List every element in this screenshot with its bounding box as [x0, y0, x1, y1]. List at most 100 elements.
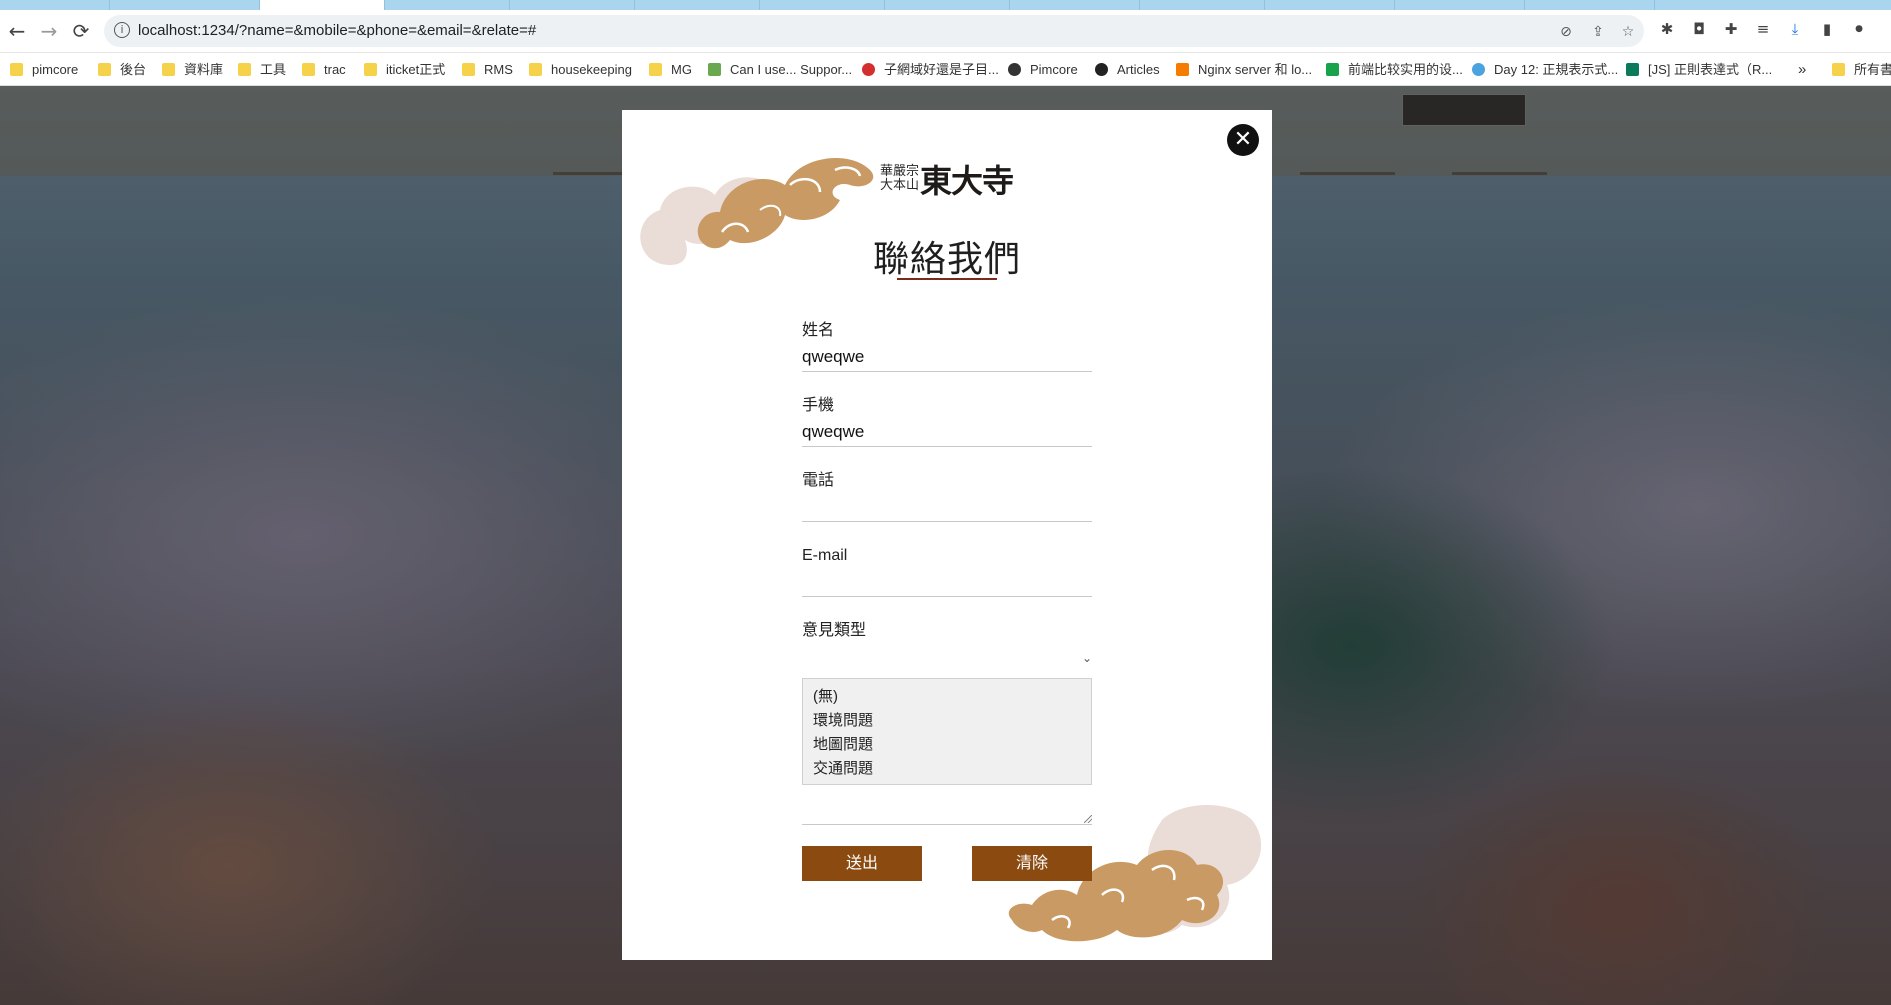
bookmark-label: Can I use... Suppor...: [730, 62, 853, 77]
site-a-icon: [862, 63, 875, 76]
bookmark-item[interactable]: 資料庫: [162, 53, 223, 86]
browser-tab[interactable]: [510, 0, 635, 10]
type-label: 意見類型: [802, 622, 867, 639]
bookmarks-overflow-icon[interactable]: »: [1798, 53, 1806, 86]
forward-icon[interactable]: →: [36, 18, 62, 44]
bookmark-item[interactable]: 工具: [238, 53, 286, 86]
phone-input[interactable]: [802, 492, 1092, 522]
browser-tab[interactable]: [635, 0, 760, 10]
puzzle-icon[interactable]: ✚: [1722, 20, 1740, 38]
temple-logo: 華嚴宗 大本山 東大寺: [880, 154, 1014, 204]
type-select[interactable]: [802, 642, 1092, 672]
browser-tab[interactable]: [110, 0, 260, 10]
bookmark-item[interactable]: iticket正式: [364, 53, 445, 86]
bookmark-label: RMS: [484, 62, 513, 77]
bookmark-label: MG: [671, 62, 692, 77]
bookmark-item[interactable]: RMS: [462, 53, 513, 86]
type-listbox[interactable]: (無) 環境問題 地圖問題 交通問題: [802, 678, 1092, 785]
star-icon[interactable]: ☆: [1620, 24, 1636, 40]
browser-tab-active[interactable]: [260, 0, 385, 10]
pimcore-icon: [1008, 63, 1021, 76]
browser-tab[interactable]: [1525, 0, 1655, 10]
playlist-icon[interactable]: ≡: [1754, 20, 1772, 38]
bookmark-item[interactable]: Can I use... Suppor...: [708, 53, 852, 86]
folder-icon: [529, 63, 542, 76]
email-input[interactable]: [802, 567, 1092, 597]
bookmark-label: trac: [324, 62, 346, 77]
bookmark-label: iticket正式: [386, 62, 446, 77]
bookmark-item[interactable]: trac: [302, 53, 346, 86]
phone-field: 電話: [802, 470, 1092, 522]
bookmark-item[interactable]: Nginx server 和 lo...: [1176, 53, 1312, 86]
blogger-icon: [1176, 63, 1189, 76]
mobile-input[interactable]: qweqwe: [802, 417, 1092, 447]
email-field: E-mail: [802, 545, 1092, 597]
phone-label: 電話: [802, 472, 835, 489]
bookmark-item[interactable]: pimcore: [10, 53, 78, 86]
folder-icon: [238, 63, 251, 76]
bug-icon[interactable]: ✱: [1658, 20, 1676, 38]
browser-tab[interactable]: [1395, 0, 1525, 10]
address-url[interactable]: localhost:1234/?name=&mobile=&phone=&ema…: [138, 15, 536, 47]
bookmark-item[interactable]: 前端比较实用的设...: [1326, 53, 1463, 86]
chevron-down-icon[interactable]: ⌄: [1082, 651, 1092, 665]
close-button[interactable]: ✕: [1227, 124, 1259, 156]
browser-tab[interactable]: [385, 0, 510, 10]
submit-button[interactable]: 送出: [802, 846, 922, 881]
tab-strip: [0, 0, 1891, 10]
browser-tab[interactable]: [1140, 0, 1265, 10]
bookmark-item[interactable]: Pimcore: [1008, 53, 1078, 86]
bookmark-label: 工具: [260, 62, 287, 77]
bookmark-item[interactable]: housekeeping: [529, 53, 632, 86]
bookmark-item[interactable]: 後台: [98, 53, 146, 86]
bookmark-item[interactable]: 所有書: [1832, 53, 1891, 86]
browser-toolbar: ← → ⟳ i localhost:1234/?name=&mobile=&ph…: [0, 10, 1891, 53]
browser-tab[interactable]: [1265, 0, 1395, 10]
name-label: 姓名: [802, 322, 835, 339]
folder-icon: [302, 63, 315, 76]
bookmark-label: 子網域好還是子目...: [884, 62, 999, 77]
title-underline: [897, 278, 997, 280]
name-input[interactable]: qweqwe: [802, 342, 1092, 372]
bookmark-label: Articles: [1117, 62, 1160, 77]
caniuse-icon: [708, 63, 721, 76]
listbox-option[interactable]: 交通問題: [813, 757, 1081, 781]
sidepanel-icon[interactable]: ▮: [1818, 20, 1836, 38]
bookmark-label: 前端比较实用的设...: [1348, 62, 1463, 77]
sf-icon: [1326, 63, 1339, 76]
logo-subtitle: 華嚴宗 大本山: [880, 164, 920, 193]
browser-tab[interactable]: [0, 0, 110, 10]
bookmark-label: Pimcore: [1030, 62, 1078, 77]
folder-icon: [10, 63, 23, 76]
modal-title: 聯絡我們: [872, 239, 1021, 280]
browser-tab[interactable]: [885, 0, 1010, 10]
site-info-icon[interactable]: i: [114, 22, 130, 38]
bookmark-label: 資料庫: [184, 62, 224, 77]
download-icon[interactable]: ⤓: [1786, 20, 1804, 38]
listbox-option[interactable]: 地圖問題: [813, 733, 1081, 757]
camera-icon[interactable]: ◘: [1690, 20, 1708, 38]
name-field: 姓名 qweqwe: [802, 320, 1092, 372]
listbox-option[interactable]: 環境問題: [813, 709, 1081, 733]
profile-icon[interactable]: ●: [1850, 20, 1868, 38]
browser-tab[interactable]: [760, 0, 885, 10]
listbox-option[interactable]: (無): [813, 685, 1081, 709]
folder-icon: [364, 63, 377, 76]
folder-icon: [649, 63, 662, 76]
reload-icon[interactable]: ⟳: [68, 18, 94, 44]
bookmark-item[interactable]: [JS] 正則表達式（R...: [1626, 53, 1772, 86]
ithome-icon: [1472, 63, 1485, 76]
clear-button[interactable]: 清除: [972, 846, 1092, 881]
bookmark-item[interactable]: Articles: [1095, 53, 1160, 86]
eye-off-icon[interactable]: ⊘: [1558, 24, 1574, 40]
email-label: E-mail: [802, 547, 848, 564]
back-icon[interactable]: ←: [4, 18, 30, 44]
bookmark-item[interactable]: MG: [649, 53, 692, 86]
browser-tab[interactable]: [1010, 0, 1140, 10]
address-bar[interactable]: i localhost:1234/?name=&mobile=&phone=&e…: [104, 15, 1644, 47]
bookmark-label: pimcore: [32, 62, 79, 77]
bookmark-item[interactable]: Day 12: 正規表示式...: [1472, 53, 1618, 86]
share-icon[interactable]: ⇪: [1590, 24, 1606, 40]
bookmark-item[interactable]: 子網域好還是子目...: [862, 53, 999, 86]
folder-icon: [98, 63, 111, 76]
